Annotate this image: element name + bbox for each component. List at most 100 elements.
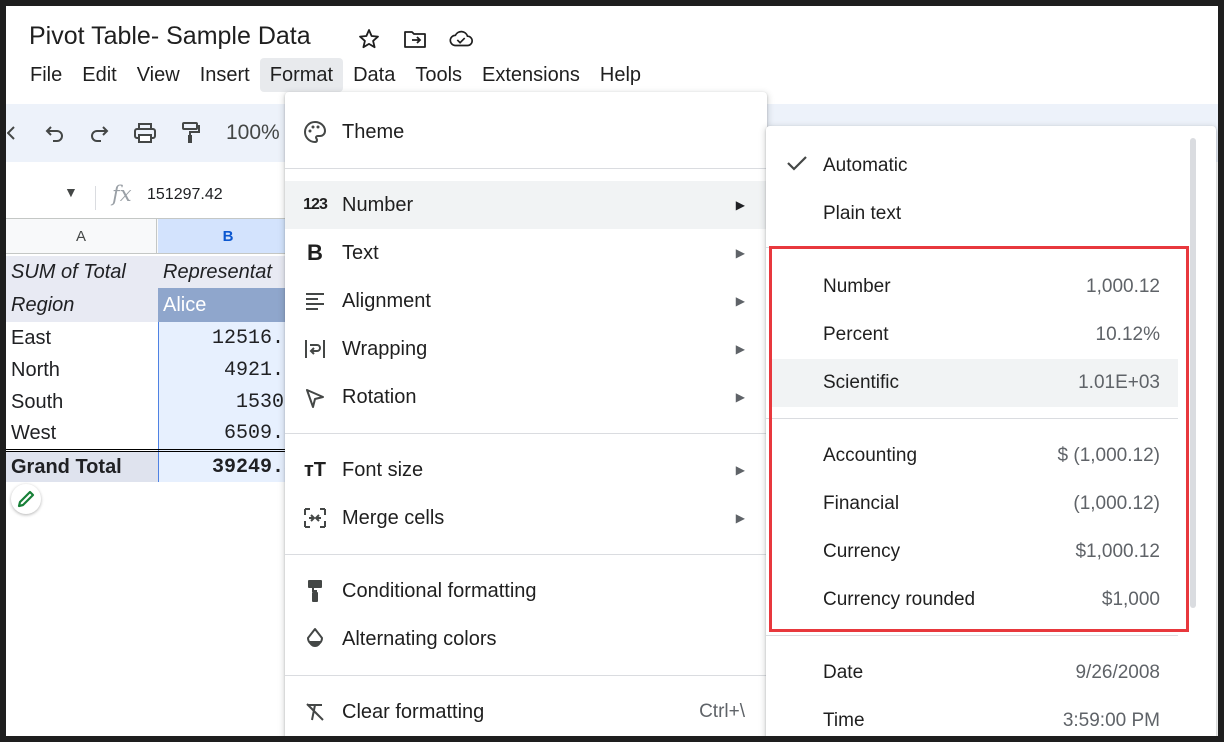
number-automatic-label: Automatic	[823, 155, 908, 176]
number-time-example: 3:59:00 PM	[1062, 710, 1160, 731]
paint-format-icon[interactable]	[176, 118, 206, 148]
grand-total-value[interactable]: 39249.3	[163, 451, 296, 483]
column-header-b[interactable]: B	[158, 219, 298, 253]
fx-icon: fx	[112, 182, 132, 206]
font-size-icon: тT	[303, 458, 326, 481]
number-time-label: Time	[823, 710, 865, 731]
formula-input[interactable]: 151297.42	[147, 186, 223, 204]
submenu-arrow-icon: ▶	[735, 390, 745, 404]
print-icon[interactable]	[130, 118, 160, 148]
menu-edit[interactable]: Edit	[72, 58, 126, 92]
format-merge-cells-item[interactable]: Merge cells ▶	[285, 494, 767, 542]
separator	[285, 433, 767, 434]
format-font-size-label: Font size	[342, 458, 424, 481]
pivot-values-header[interactable]: SUM of Total	[11, 256, 156, 288]
format-clear-formatting-item[interactable]: Clear formatting Ctrl+\	[285, 688, 767, 736]
clear-formatting-shortcut: Ctrl+\	[699, 701, 745, 722]
number-123-icon: 123	[303, 196, 328, 213]
cell-west-value[interactable]: 6509.5	[163, 417, 296, 449]
number-plain-text-item[interactable]: Plain text	[770, 190, 1178, 238]
row-label-west[interactable]: West	[11, 417, 156, 449]
format-alignment-label: Alignment	[342, 289, 431, 312]
divider	[95, 186, 96, 210]
format-wrapping-label: Wrapping	[342, 337, 428, 360]
submenu-arrow-icon: ▶	[735, 294, 745, 308]
format-conditional-formatting-label: Conditional formatting	[342, 579, 537, 602]
move-folder-icon[interactable]	[402, 26, 428, 52]
menu-insert[interactable]: Insert	[190, 58, 260, 92]
format-alternating-colors-label: Alternating colors	[342, 627, 497, 650]
submenu-arrow-icon: ▶	[735, 198, 745, 212]
zoom-select[interactable]: 100%	[226, 118, 286, 148]
format-text-item[interactable]: B Text ▶	[285, 229, 767, 277]
undo-icon[interactable]	[40, 118, 70, 148]
grand-total-label[interactable]: Grand Total	[11, 451, 156, 483]
format-text-label: Text	[342, 241, 379, 264]
alternating-colors-icon	[301, 625, 329, 653]
cell-east-value[interactable]: 12516.2	[163, 322, 296, 354]
align-left-icon	[301, 287, 329, 315]
menu-extensions[interactable]: Extensions	[472, 58, 590, 92]
menu-bar: File Edit View Insert Format Data Tools …	[20, 58, 651, 92]
menu-data[interactable]: Data	[343, 58, 405, 92]
cell-north-value[interactable]: 4921.4	[163, 354, 296, 386]
toolbar-scroll-left-icon[interactable]	[6, 118, 16, 148]
cloud-status-icon[interactable]	[448, 26, 474, 52]
menu-format[interactable]: Format	[259, 58, 344, 92]
check-icon	[786, 154, 808, 178]
separator	[766, 635, 1178, 636]
format-merge-cells-label: Merge cells	[342, 506, 445, 529]
format-rotation-item[interactable]: Rotation ▶	[285, 373, 767, 421]
highlight-annotation-box	[769, 246, 1189, 632]
paint-roller-icon	[301, 577, 329, 605]
submenu-scrollbar[interactable]	[1190, 138, 1196, 608]
menu-tools[interactable]: Tools	[405, 58, 472, 92]
format-font-size-item[interactable]: тT Font size ▶	[285, 446, 767, 494]
menu-help[interactable]: Help	[590, 58, 651, 92]
row-label-north[interactable]: North	[11, 354, 156, 386]
number-plain-text-label: Plain text	[823, 203, 902, 224]
pivot-columns-header[interactable]: Representat	[163, 256, 296, 288]
clear-formatting-icon	[301, 698, 329, 726]
column-headers: A B	[6, 218, 298, 254]
pivot-column-alice[interactable]: Alice	[163, 289, 296, 321]
format-rotation-label: Rotation	[342, 385, 417, 408]
separator	[285, 675, 767, 676]
separator	[285, 168, 767, 169]
pivot-edit-pencil-icon[interactable]	[11, 484, 41, 514]
format-alternating-colors-item[interactable]: Alternating colors	[285, 615, 767, 663]
text-wrap-icon	[301, 335, 329, 363]
format-alignment-item[interactable]: Alignment ▶	[285, 277, 767, 325]
app-window: Pivot Table- Sample Data File Edit View …	[6, 6, 1218, 736]
row-label-east[interactable]: East	[11, 322, 156, 354]
merge-cells-icon	[301, 504, 329, 532]
title-icons	[356, 26, 474, 52]
number-date-item[interactable]: Date 9/26/2008	[770, 649, 1178, 697]
format-number-item[interactable]: 123 Number ▶	[285, 181, 767, 229]
separator	[285, 554, 767, 555]
document-title[interactable]: Pivot Table- Sample Data	[29, 22, 311, 51]
cell-south-value[interactable]: 15302	[163, 386, 296, 418]
format-menu: Theme 123 Number ▶ B Text ▶ Alignment ▶ …	[285, 92, 767, 736]
row-label-south[interactable]: South	[11, 386, 156, 418]
submenu-arrow-icon: ▶	[735, 246, 745, 260]
bold-icon: B	[307, 240, 323, 265]
column-header-a[interactable]: A	[6, 219, 157, 253]
format-wrapping-item[interactable]: Wrapping ▶	[285, 325, 767, 373]
menu-view[interactable]: View	[127, 58, 190, 92]
number-automatic-item[interactable]: Automatic	[770, 142, 1178, 190]
menu-file[interactable]: File	[20, 58, 72, 92]
format-conditional-formatting-item[interactable]: Conditional formatting	[285, 567, 767, 615]
redo-icon[interactable]	[84, 118, 114, 148]
pivot-rows-header[interactable]: Region	[11, 289, 156, 321]
number-time-item[interactable]: Time 3:59:00 PM	[770, 697, 1178, 736]
palette-icon	[301, 118, 329, 146]
name-box-dropdown-icon[interactable]: ▼	[64, 184, 78, 200]
format-clear-formatting-label: Clear formatting	[342, 700, 485, 723]
number-date-label: Date	[823, 662, 864, 683]
format-theme-item[interactable]: Theme	[285, 108, 767, 156]
format-theme-label: Theme	[342, 120, 405, 143]
number-date-example: 9/26/2008	[1075, 662, 1160, 683]
format-number-label: Number	[342, 193, 414, 216]
star-icon[interactable]	[356, 26, 382, 52]
